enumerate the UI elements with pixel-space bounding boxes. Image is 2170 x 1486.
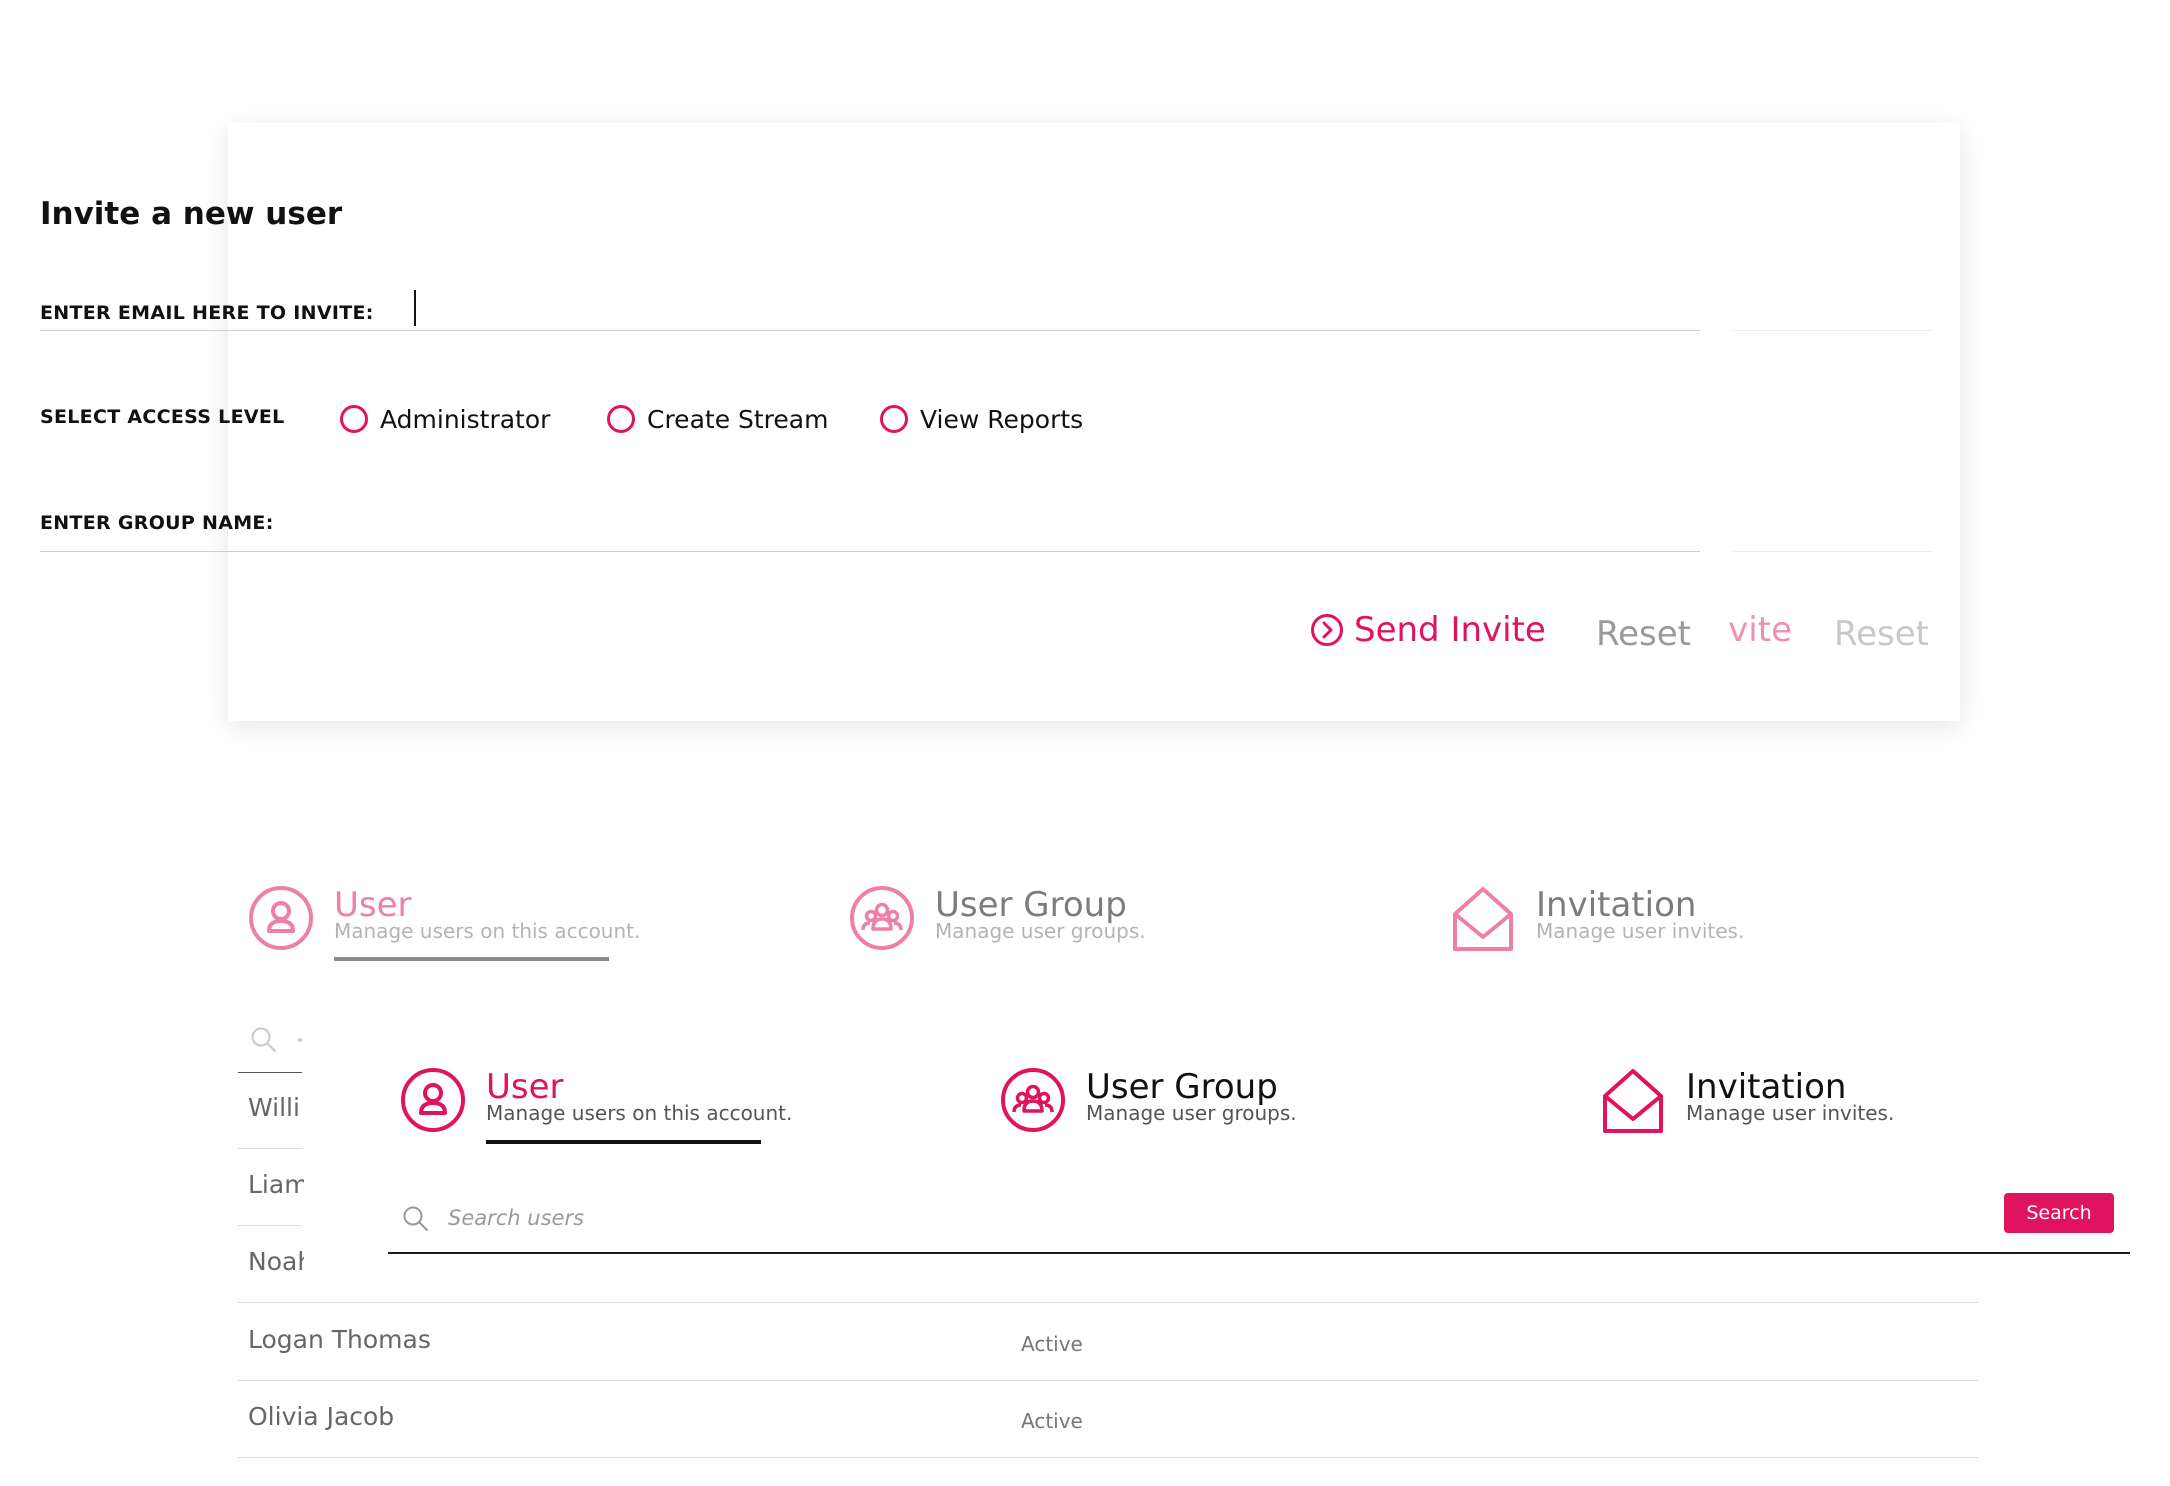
ghost-tab-user-group: User Group Manage user groups. bbox=[849, 885, 1229, 965]
ghost-email-underline bbox=[1733, 330, 1933, 331]
ghost-search-underline bbox=[238, 1072, 302, 1073]
user-circle-icon bbox=[249, 886, 313, 950]
tab-user-group[interactable]: User Group Manage user groups. bbox=[1000, 1067, 1380, 1147]
user-status: Active bbox=[1021, 1332, 1083, 1356]
radio-circle-icon bbox=[880, 405, 908, 433]
text-cursor bbox=[414, 290, 416, 326]
ghost-tab-user: User Manage users on this account. bbox=[248, 885, 668, 965]
ghost-reset-button: Reset bbox=[1834, 614, 1929, 654]
user-name: Noah bbox=[248, 1247, 304, 1276]
ghost-tab-user-description: Manage users on this account. bbox=[334, 919, 641, 943]
ghost-search-icon bbox=[251, 1027, 276, 1052]
search-icon bbox=[403, 1206, 428, 1231]
ghost-search-placeholder-dot bbox=[298, 1038, 302, 1042]
row-divider bbox=[238, 1225, 302, 1226]
search-button[interactable]: Search bbox=[2004, 1193, 2114, 1233]
group-name-underline bbox=[40, 551, 1700, 552]
email-field-underline bbox=[40, 330, 1700, 331]
ghost-tab-invitation-description: Manage user invites. bbox=[1536, 919, 1745, 943]
radio-create-stream[interactable]: Create Stream bbox=[607, 402, 828, 436]
chevron-circle-right-icon bbox=[1311, 614, 1343, 646]
user-name: Olivia Jacob bbox=[248, 1402, 395, 1431]
row-divider bbox=[238, 1457, 1978, 1458]
user-name: Willi bbox=[248, 1093, 300, 1122]
user-row-0[interactable]: Willi bbox=[248, 1093, 304, 1133]
ghost-send-invite: vite bbox=[1722, 606, 1792, 666]
radio-circle-icon bbox=[607, 405, 635, 433]
envelope-open-icon bbox=[1453, 887, 1513, 951]
tab-invitation[interactable]: Invitation Manage user invites. bbox=[1600, 1067, 1980, 1147]
user-name: Logan Thomas bbox=[248, 1325, 431, 1354]
user-group-icon bbox=[1001, 1068, 1065, 1132]
tab-invitation-description: Manage user invites. bbox=[1686, 1101, 1895, 1125]
ghost-tab-invitation: Invitation Manage user invites. bbox=[1450, 885, 1830, 965]
search-underline bbox=[388, 1252, 2130, 1254]
active-tab-underline bbox=[486, 1140, 761, 1144]
invite-title: Invite a new user bbox=[40, 196, 343, 232]
access-level-label: SELECT ACCESS LEVEL bbox=[40, 406, 285, 428]
send-invite-button[interactable]: Send Invite bbox=[1310, 610, 1546, 650]
send-invite-label: Send Invite bbox=[1354, 610, 1546, 650]
ghost-tab-underline bbox=[334, 957, 609, 961]
tab-user[interactable]: User Manage users on this account. bbox=[400, 1067, 820, 1147]
radio-administrator[interactable]: Administrator bbox=[340, 402, 550, 436]
row-divider bbox=[238, 1148, 302, 1149]
envelope-open-icon bbox=[1603, 1069, 1663, 1133]
user-status: Active bbox=[1021, 1409, 1083, 1433]
ghost-send-invite-label: vite bbox=[1728, 610, 1792, 650]
user-row-1[interactable]: Liam bbox=[248, 1170, 304, 1210]
group-name-label: ENTER GROUP NAME: bbox=[40, 512, 274, 534]
user-circle-icon bbox=[401, 1068, 465, 1132]
reset-button[interactable]: Reset bbox=[1596, 614, 1691, 654]
radio-view-reports[interactable]: View Reports bbox=[880, 402, 1083, 436]
tab-user-description: Manage users on this account. bbox=[486, 1101, 793, 1125]
tab-user-group-description: Manage user groups. bbox=[1086, 1101, 1297, 1125]
row-divider bbox=[238, 1380, 1978, 1381]
row-divider bbox=[238, 1302, 1978, 1303]
group-name-field[interactable] bbox=[300, 505, 1680, 545]
ghost-group-underline bbox=[1733, 551, 1933, 552]
user-name: Liam bbox=[248, 1170, 304, 1199]
radio-label-view-reports: View Reports bbox=[920, 404, 1084, 434]
radio-label-create-stream: Create Stream bbox=[647, 404, 829, 434]
email-label: ENTER EMAIL HERE TO INVITE: bbox=[40, 302, 374, 324]
radio-circle-icon bbox=[340, 405, 368, 433]
user-group-icon bbox=[850, 886, 914, 950]
search-input[interactable] bbox=[448, 1198, 1948, 1238]
ghost-tab-user-group-description: Manage user groups. bbox=[935, 919, 1146, 943]
email-field[interactable] bbox=[414, 288, 1684, 328]
user-row-2[interactable]: Noah bbox=[248, 1247, 304, 1287]
radio-label-administrator: Administrator bbox=[380, 404, 551, 434]
